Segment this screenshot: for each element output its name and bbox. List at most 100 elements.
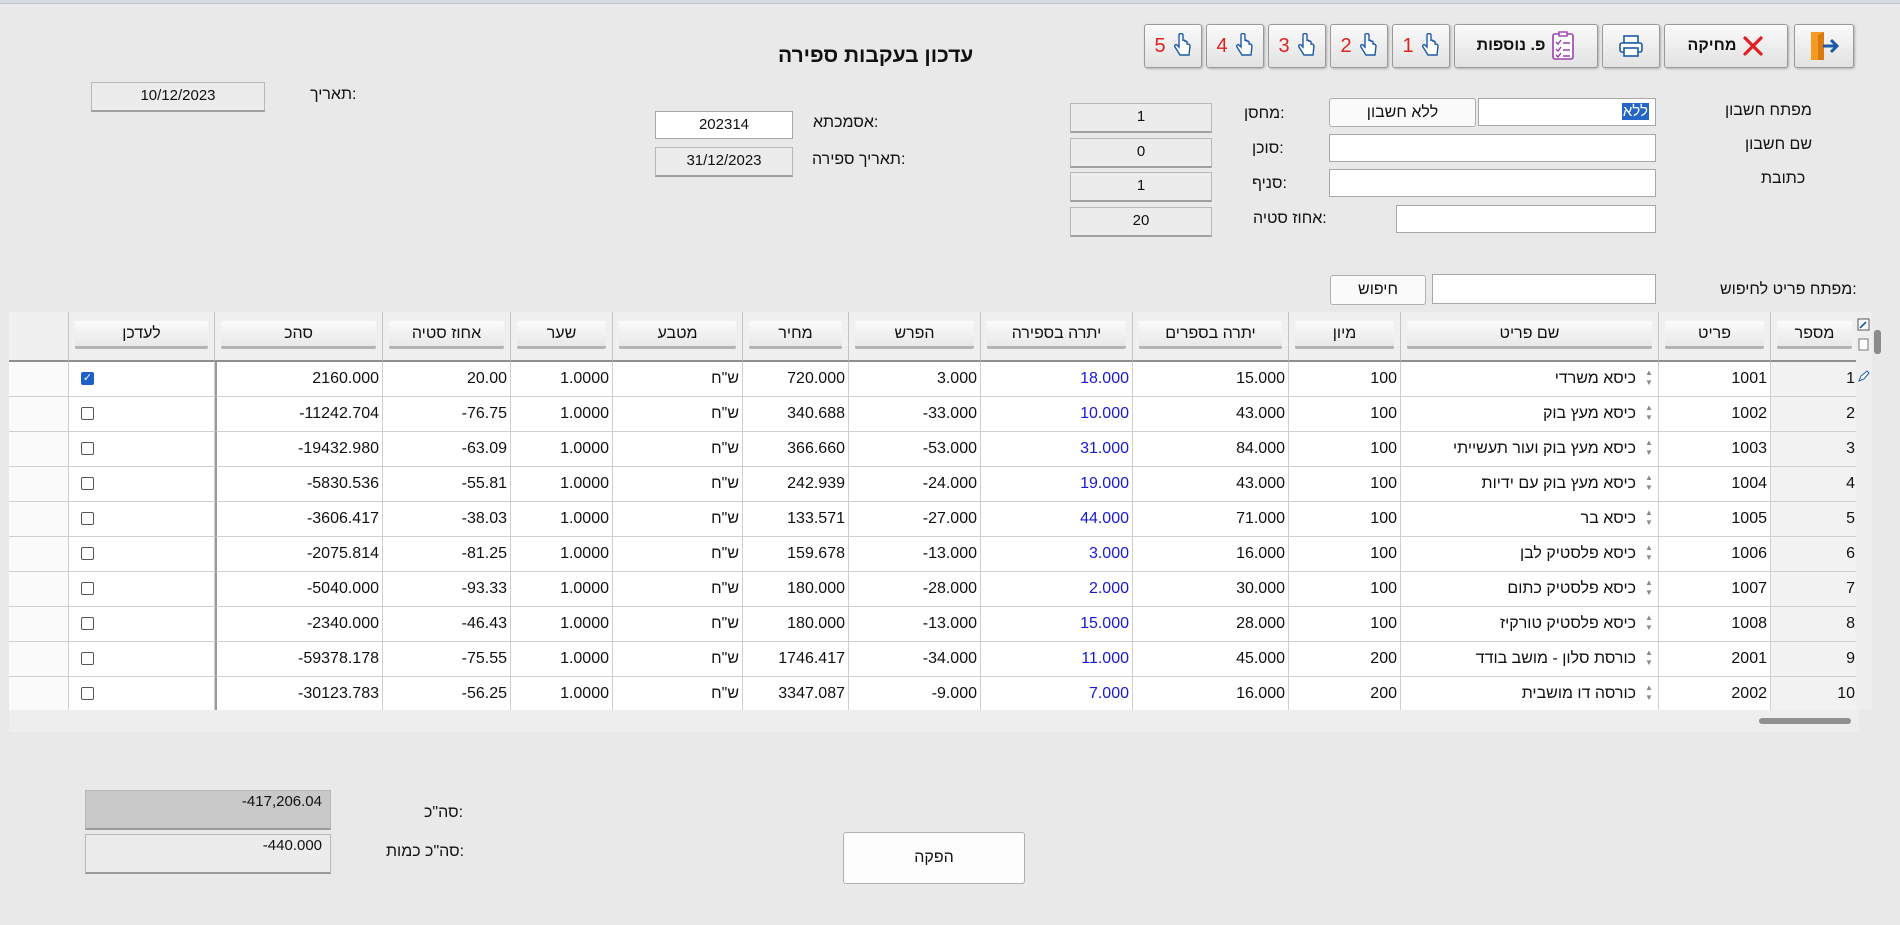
quick-button-2[interactable]: 2 <box>1330 24 1388 68</box>
cell-sort[interactable]: 100 <box>1289 467 1401 502</box>
column-header-price[interactable]: מחיר <box>743 312 849 362</box>
cell-price[interactable]: 159.678 <box>743 537 849 572</box>
cell-dev[interactable]: -63.09 <box>383 432 511 467</box>
cell-update[interactable] <box>69 572 215 607</box>
cell-update[interactable] <box>69 537 215 572</box>
reference-input[interactable]: 202314 <box>655 111 793 139</box>
update-checkbox[interactable] <box>81 477 94 490</box>
cell-rate[interactable]: 1.0000 <box>511 607 613 642</box>
spinner-arrows-icon[interactable]: ▲ ▼ <box>1640 397 1658 431</box>
cell-update[interactable] <box>69 397 215 432</box>
cell-currency[interactable]: ש"ח <box>613 432 743 467</box>
cell-item[interactable]: 2002 <box>1659 677 1771 710</box>
cell-total[interactable]: -2340.000 <box>215 607 383 642</box>
cell-bal-count[interactable]: 2.000 <box>981 572 1133 607</box>
cell-bal-count[interactable]: 19.000 <box>981 467 1133 502</box>
cell-currency[interactable]: ש"ח <box>613 607 743 642</box>
cell-dev[interactable]: -81.25 <box>383 537 511 572</box>
cell-price[interactable]: 720.000 <box>743 362 849 397</box>
cell-item[interactable]: 2001 <box>1659 642 1771 677</box>
cell-sort[interactable]: 200 <box>1289 677 1401 710</box>
cell-name[interactable]: כיסא פלסטיק כתום ▲ ▼ <box>1401 572 1659 607</box>
cell-update[interactable] <box>69 607 215 642</box>
cell-update[interactable]: ✓ <box>69 362 215 397</box>
spinner-arrows-icon[interactable]: ▲ ▼ <box>1640 677 1658 710</box>
spinner-arrows-icon[interactable]: ▲ ▼ <box>1640 642 1658 676</box>
cell-update[interactable] <box>69 432 215 467</box>
cell-diff[interactable]: -53.000 <box>849 432 981 467</box>
cell-rate[interactable]: 1.0000 <box>511 537 613 572</box>
cell-rate[interactable]: 1.0000 <box>511 467 613 502</box>
account-name-input[interactable] <box>1329 134 1656 162</box>
cell-update[interactable] <box>69 642 215 677</box>
cell-name[interactable]: כיסא פלסטיק טורקיז ▲ ▼ <box>1401 607 1659 642</box>
cell-bal-books[interactable]: 84.000 <box>1133 432 1289 467</box>
cell-sort[interactable]: 100 <box>1289 572 1401 607</box>
search-button[interactable]: חיפוש <box>1330 275 1426 305</box>
cell-total[interactable]: 2160.000 <box>215 362 383 397</box>
column-header-balance-books[interactable]: יתרה בספרים <box>1133 312 1289 362</box>
cell-dev[interactable]: -56.25 <box>383 677 511 710</box>
cell-price[interactable]: 242.939 <box>743 467 849 502</box>
delete-button[interactable]: מחיקה <box>1664 24 1788 68</box>
cell-diff[interactable]: -27.000 <box>849 502 981 537</box>
spinner-arrows-icon[interactable]: ▲ ▼ <box>1640 467 1658 501</box>
column-header-balance-count[interactable]: יתרה בספירה <box>981 312 1133 362</box>
page-icon[interactable] <box>1857 338 1870 351</box>
column-header-rate[interactable]: שער <box>511 312 613 362</box>
cell-sort[interactable]: 200 <box>1289 642 1401 677</box>
cell-item[interactable]: 1002 <box>1659 397 1771 432</box>
column-header-number[interactable]: מספר <box>1771 312 1859 362</box>
cell-price[interactable]: 1746.417 <box>743 642 849 677</box>
spinner-arrows-icon[interactable]: ▲ ▼ <box>1640 432 1658 466</box>
cell-dev[interactable]: -76.75 <box>383 397 511 432</box>
spinner-arrows-icon[interactable]: ▲ ▼ <box>1640 607 1658 641</box>
cell-name[interactable]: כורסה דו מושבית ▲ ▼ <box>1401 677 1659 710</box>
produce-button[interactable]: הפקה <box>843 832 1025 884</box>
cell-price[interactable]: 133.571 <box>743 502 849 537</box>
cell-currency[interactable]: ש"ח <box>613 642 743 677</box>
column-header-sort[interactable]: מיון <box>1289 312 1401 362</box>
update-checkbox[interactable] <box>81 547 94 560</box>
update-checkbox[interactable] <box>81 582 94 595</box>
cell-bal-count[interactable]: 18.000 <box>981 362 1133 397</box>
cell-total[interactable]: -3606.417 <box>215 502 383 537</box>
update-checkbox[interactable] <box>81 407 94 420</box>
cell-diff[interactable]: -28.000 <box>849 572 981 607</box>
cell-bal-count[interactable]: 31.000 <box>981 432 1133 467</box>
cell-dev[interactable]: -46.43 <box>383 607 511 642</box>
cell-bal-books[interactable]: 71.000 <box>1133 502 1289 537</box>
cell-sort[interactable]: 100 <box>1289 607 1401 642</box>
cell-name[interactable]: כיסא בר ▲ ▼ <box>1401 502 1659 537</box>
column-header-name[interactable]: שם פריט <box>1401 312 1659 362</box>
cell-bal-books[interactable]: 15.000 <box>1133 362 1289 397</box>
cell-diff[interactable]: -13.000 <box>849 607 981 642</box>
cell-bal-count[interactable]: 7.000 <box>981 677 1133 710</box>
cell-diff[interactable]: -33.000 <box>849 397 981 432</box>
cell-bal-books[interactable]: 45.000 <box>1133 642 1289 677</box>
account-key-input[interactable]: ללא <box>1478 98 1656 126</box>
cell-bal-count[interactable]: 15.000 <box>981 607 1133 642</box>
cell-currency[interactable]: ש"ח <box>613 397 743 432</box>
cell-item[interactable]: 1008 <box>1659 607 1771 642</box>
cell-total[interactable]: -5830.536 <box>215 467 383 502</box>
cell-rate[interactable]: 1.0000 <box>511 677 613 710</box>
quick-button-4[interactable]: 4 <box>1206 24 1264 68</box>
cell-bal-count[interactable]: 11.000 <box>981 642 1133 677</box>
cell-dev[interactable]: -93.33 <box>383 572 511 607</box>
cell-bal-count[interactable]: 10.000 <box>981 397 1133 432</box>
cell-currency[interactable]: ש"ח <box>613 502 743 537</box>
cell-bal-books[interactable]: 43.000 <box>1133 397 1289 432</box>
horizontal-scrollbar[interactable] <box>9 710 1859 732</box>
cell-sort[interactable]: 100 <box>1289 362 1401 397</box>
cell-item[interactable]: 1003 <box>1659 432 1771 467</box>
extra-input[interactable] <box>1396 205 1656 233</box>
cell-name[interactable]: כיסא מעץ בוק ועור תעשייתי ▲ ▼ <box>1401 432 1659 467</box>
cell-diff[interactable]: -34.000 <box>849 642 981 677</box>
cell-currency[interactable]: ש"ח <box>613 467 743 502</box>
update-checkbox[interactable] <box>81 512 94 525</box>
cell-rate[interactable]: 1.0000 <box>511 432 613 467</box>
cell-sort[interactable]: 100 <box>1289 502 1401 537</box>
address-input[interactable] <box>1329 169 1656 197</box>
cell-rate[interactable]: 1.0000 <box>511 572 613 607</box>
